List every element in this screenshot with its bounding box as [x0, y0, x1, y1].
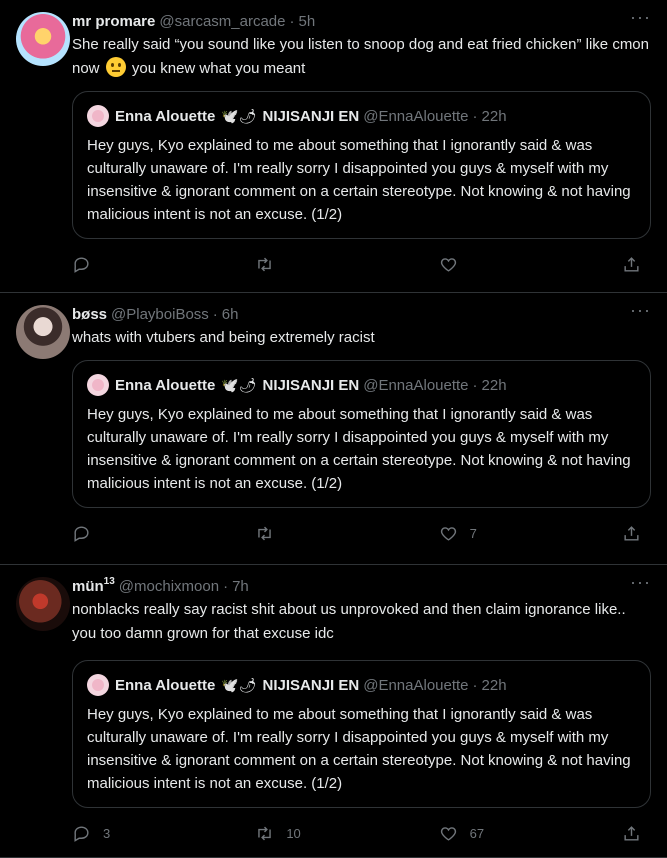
quoted-display-name: Enna Alouette	[115, 376, 216, 394]
more-icon[interactable]: ···	[630, 8, 651, 26]
user-handle[interactable]: @mochixmoon	[119, 577, 219, 597]
quoted-display-name: Enna Alouette	[115, 676, 216, 694]
share-button[interactable]	[622, 524, 641, 543]
like-count: 7	[469, 525, 477, 541]
like-button[interactable]	[439, 255, 559, 274]
like-button[interactable]: 7	[439, 524, 559, 543]
share-icon	[624, 256, 639, 272]
retweet-icon	[258, 526, 272, 540]
quoted-avatar	[87, 674, 109, 696]
tweet-text: nonblacks really say racist shit about u…	[72, 601, 630, 642]
user-handle[interactable]: @PlayboiBoss	[111, 305, 209, 325]
quoted-avatar	[87, 374, 109, 396]
display-name[interactable]: mr promare	[72, 12, 155, 32]
reply-button[interactable]	[72, 524, 192, 543]
avatar[interactable]	[16, 577, 70, 631]
reply-button[interactable]	[72, 255, 192, 274]
display-name[interactable]: mün13	[72, 577, 115, 597]
heart-icon	[440, 257, 456, 272]
quoted-tweet[interactable]: Enna Alouette 🕊️🌶 NIJISANJI EN @EnnaAlou…	[72, 660, 651, 808]
separator-dot: ·	[223, 578, 229, 595]
quoted-text: Hey guys, Kyo explained to me about some…	[87, 706, 631, 792]
avatar[interactable]	[16, 305, 70, 359]
user-handle[interactable]: @sarcasm_arcade	[159, 12, 285, 32]
quoted-name-emoji: 🕊️🌶	[221, 376, 257, 393]
quoted-handle: @EnnaAlouette	[363, 107, 469, 125]
timestamp[interactable]: 7h	[232, 577, 249, 597]
tweet[interactable]: ··· bøss @PlayboiBoss · 6h whats with vt…	[0, 293, 667, 565]
like-button[interactable]: 67	[439, 824, 559, 843]
reply-icon	[74, 825, 89, 842]
reply-icon	[74, 256, 89, 273]
retweet-icon	[258, 826, 272, 840]
quoted-tweet[interactable]: Enna Alouette 🕊️🌶 NIJISANJI EN @EnnaAlou…	[72, 360, 651, 508]
display-name[interactable]: bøss	[72, 305, 107, 325]
retweet-button[interactable]	[255, 255, 375, 274]
reply-count: 3	[103, 825, 111, 841]
share-icon	[624, 525, 639, 541]
quoted-timestamp: 22h	[481, 376, 507, 394]
timestamp[interactable]: 5h	[298, 12, 315, 32]
quoted-tweet[interactable]: Enna Alouette 🕊️🌶 NIJISANJI EN @EnnaAlou…	[72, 91, 651, 239]
like-count: 67	[469, 825, 485, 841]
heart-icon	[440, 826, 456, 841]
tweet-text-part: you knew what you meant	[131, 60, 306, 77]
quoted-timestamp: 22h	[481, 107, 507, 125]
quoted-text: Hey guys, Kyo explained to me about some…	[87, 137, 631, 223]
separator-dot: ·	[472, 107, 478, 125]
quoted-org-name: NIJISANJI EN	[262, 107, 360, 125]
share-icon	[624, 825, 639, 841]
retweet-count: 10	[286, 825, 301, 841]
reply-icon	[74, 525, 89, 542]
display-name-text: mün	[72, 578, 104, 595]
action-bar: 7	[72, 508, 651, 558]
retweet-icon	[258, 257, 272, 271]
quoted-org-name: NIJISANJI EN	[262, 676, 360, 694]
tweet-text: She really said “you sound like you list…	[72, 33, 651, 81]
action-bar: 3 10 67	[72, 808, 651, 858]
quoted-handle: @EnnaAlouette	[363, 676, 469, 694]
neutral-face-emoji-icon	[105, 57, 126, 77]
retweet-button[interactable]	[255, 524, 375, 543]
quoted-avatar	[87, 105, 109, 127]
separator-dot: ·	[472, 376, 478, 394]
share-button[interactable]	[622, 255, 641, 274]
reply-button[interactable]: 3	[72, 824, 192, 843]
retweet-button[interactable]: 10	[255, 824, 375, 843]
quoted-handle: @EnnaAlouette	[363, 376, 469, 394]
share-button[interactable]	[622, 824, 641, 843]
quoted-text: Hey guys, Kyo explained to me about some…	[87, 406, 631, 492]
quoted-org-name: NIJISANJI EN	[262, 376, 360, 394]
timestamp[interactable]: 6h	[222, 305, 239, 325]
tweet[interactable]: ··· mün13 @mochixmoon · 7h nonblacks rea…	[0, 565, 667, 858]
avatar[interactable]	[16, 12, 70, 66]
separator-dot: ·	[289, 13, 295, 30]
more-icon[interactable]: ···	[630, 573, 651, 591]
quoted-name-emoji: 🕊️🌶	[221, 107, 257, 124]
quoted-name-emoji: 🕊️🌶	[221, 676, 257, 693]
separator-dot: ·	[212, 306, 218, 323]
quoted-display-name: Enna Alouette	[115, 107, 216, 125]
display-name-superscript: 13	[103, 576, 115, 587]
heart-icon	[440, 526, 456, 541]
quoted-timestamp: 22h	[481, 676, 507, 694]
separator-dot: ·	[472, 676, 478, 694]
tweet-text: whats with vtubers and being extremely r…	[72, 329, 375, 346]
tweet[interactable]: ··· mr promare @sarcasm_arcade · 5h She …	[0, 0, 667, 293]
more-icon[interactable]: ···	[630, 301, 651, 319]
action-bar	[72, 239, 651, 289]
